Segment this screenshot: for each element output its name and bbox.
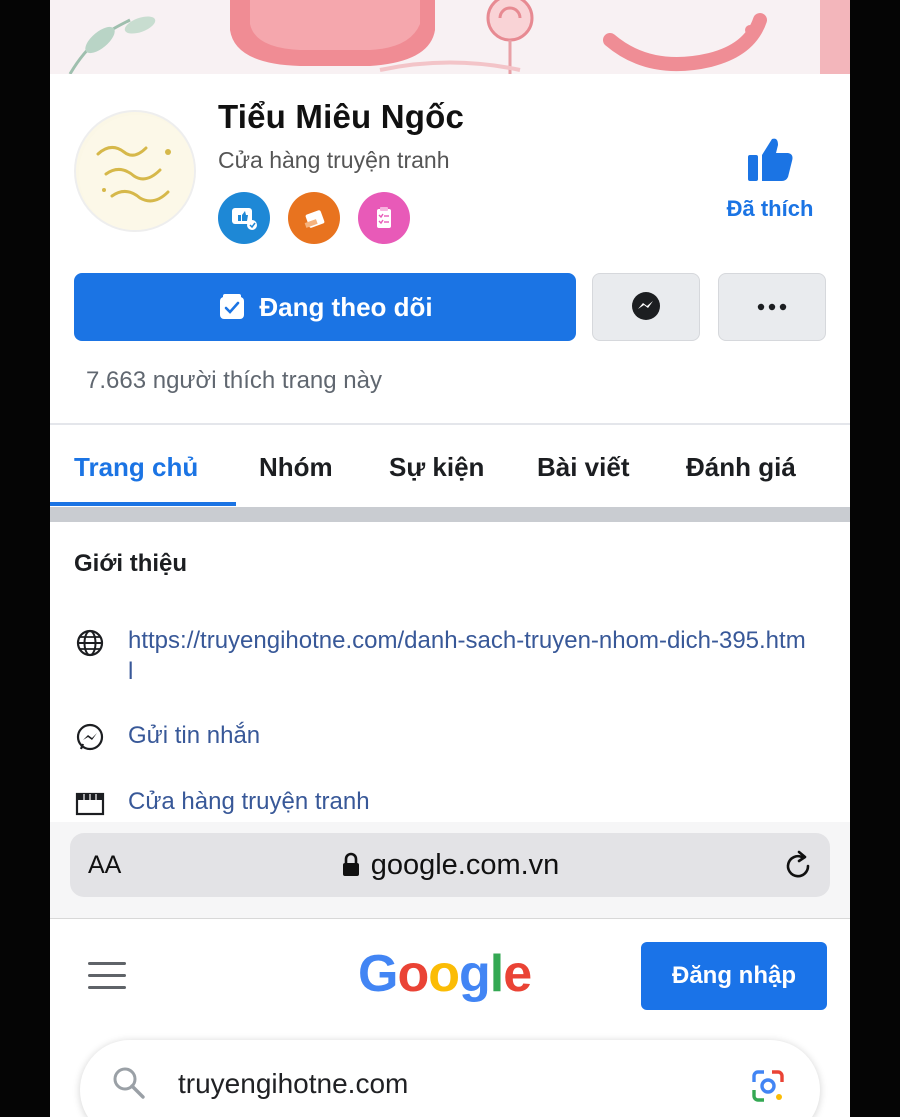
page-category: Cửa hàng truyện tranh: [218, 147, 450, 173]
google-logo-letter: e: [503, 945, 532, 1003]
tab-home[interactable]: Trang chủ: [74, 452, 198, 483]
send-message-link[interactable]: Gửi tin nhắn: [128, 720, 808, 751]
follow-check-icon: [220, 294, 245, 319]
hamburger-menu-icon[interactable]: [88, 962, 126, 992]
badge-row: [218, 192, 410, 244]
cover-photo[interactable]: [50, 0, 850, 74]
url-text: google.com.vn: [370, 848, 560, 881]
phone-screen: Tiểu Miêu Ngốc Cửa hàng truyện tranh Đã …: [50, 0, 850, 1117]
website-link[interactable]: https://truyengihotne.com/danh-sach-truy…: [128, 625, 808, 687]
more-dots-icon: [757, 303, 787, 311]
google-lens-icon[interactable]: [748, 1066, 788, 1106]
lock-icon: [342, 852, 359, 876]
page-avatar[interactable]: [74, 110, 196, 232]
google-logo-letter: o: [428, 945, 460, 1003]
shop-icon: [74, 788, 106, 820]
page-tabs: Trang chủ Nhóm Sự kiện Bài viết Đánh giá: [50, 440, 850, 506]
like-message-badge-icon[interactable]: [218, 192, 270, 244]
likes-count: 7.663 người thích trang này: [86, 367, 382, 394]
address-bar[interactable]: AA google.com.vn: [70, 833, 830, 897]
tab-groups[interactable]: Nhóm: [259, 452, 333, 483]
right-frame-border: [850, 0, 900, 1117]
more-options-button[interactable]: [718, 273, 826, 341]
following-button[interactable]: Đang theo dõi: [74, 273, 576, 341]
avatar-logo: [79, 115, 194, 230]
search-icon: [113, 1067, 145, 1099]
reload-icon[interactable]: [782, 849, 816, 883]
tab-events[interactable]: Sự kiện: [389, 452, 484, 483]
search-input[interactable]: truyengihotne.com: [178, 1068, 408, 1100]
left-frame-border: [0, 0, 50, 1117]
category-link[interactable]: Cửa hàng truyện tranh: [128, 786, 808, 817]
cover-illustration: [50, 0, 850, 74]
message-row[interactable]: Gửi tin nhắn: [74, 720, 808, 754]
google-logo-letter: g: [458, 945, 491, 1003]
liked-label: Đã thích: [726, 196, 814, 221]
divider: [50, 423, 850, 425]
google-search-box[interactable]: truyengihotne.com: [80, 1040, 820, 1117]
globe-icon: [74, 627, 106, 659]
google-logo-letter: l: [489, 945, 504, 1003]
messenger-icon: [632, 292, 660, 320]
active-tab-indicator: [50, 502, 236, 506]
messenger-outline-icon: [74, 722, 106, 754]
url-display[interactable]: google.com.vn: [70, 833, 830, 897]
thumbs-up-icon: [748, 138, 793, 181]
tab-posts[interactable]: Bài viết: [537, 452, 630, 483]
following-label: Đang theo dõi: [259, 291, 433, 322]
liked-toggle[interactable]: Đã thích: [710, 135, 830, 222]
section-separator: [50, 507, 850, 522]
tab-reviews[interactable]: Đánh giá: [686, 452, 796, 483]
page-name: Tiểu Miêu Ngốc: [218, 98, 465, 135]
google-logo[interactable]: Google: [358, 944, 532, 1004]
google-logo-letter: o: [397, 945, 429, 1003]
messenger-button[interactable]: [592, 273, 700, 341]
pencil-badge-icon[interactable]: [288, 192, 340, 244]
category-row[interactable]: Cửa hàng truyện tranh: [74, 786, 808, 820]
google-logo-letter: G: [358, 945, 398, 1003]
divider: [50, 918, 850, 919]
website-row[interactable]: https://truyengihotne.com/danh-sach-truy…: [74, 625, 808, 687]
intro-title: Giới thiệu: [74, 550, 188, 577]
sign-in-button[interactable]: Đăng nhập: [641, 942, 827, 1010]
checklist-badge-icon[interactable]: [358, 192, 410, 244]
